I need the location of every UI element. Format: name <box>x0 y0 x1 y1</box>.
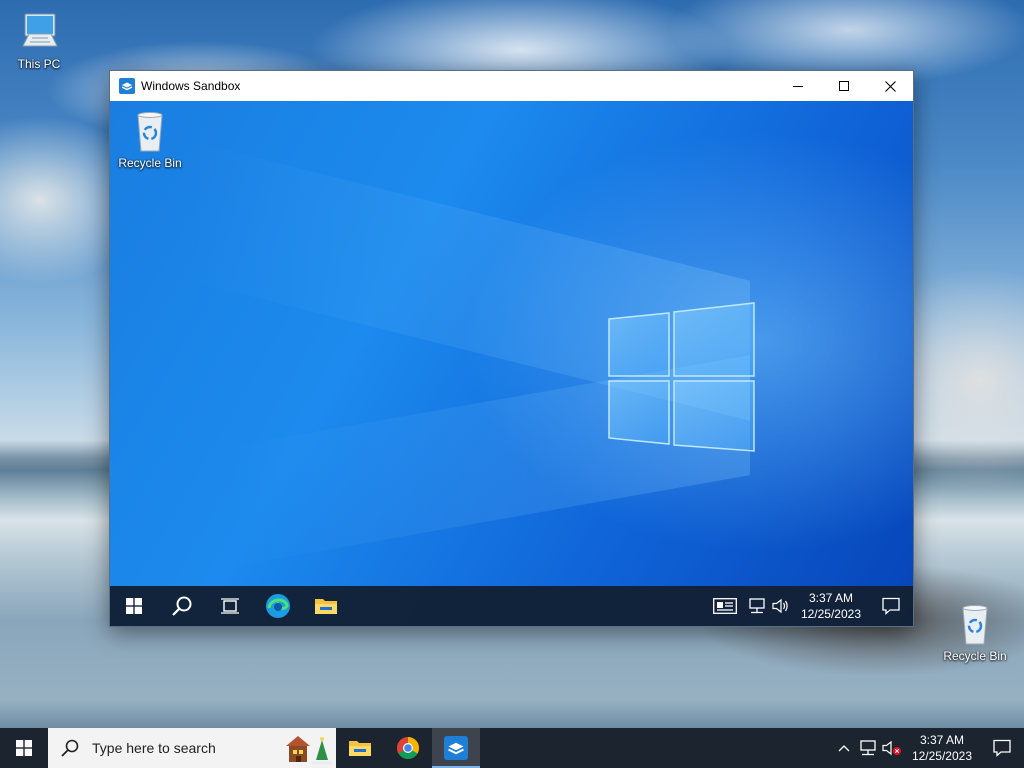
chevron-up-icon <box>838 745 850 752</box>
windows-start-icon <box>126 598 142 614</box>
sandbox-search-button[interactable] <box>158 586 206 626</box>
network-icon <box>860 740 876 756</box>
sandbox-volume-button[interactable] <box>769 586 793 626</box>
sandbox-news-button[interactable] <box>705 586 745 626</box>
folder-icon <box>349 741 371 756</box>
volume-muted-icon <box>882 740 901 756</box>
computer-icon <box>22 13 58 47</box>
desktop-icon-this-pc[interactable]: This PC <box>3 10 75 71</box>
clock-date: 12/25/2023 <box>911 749 972 763</box>
volume-button[interactable] <box>880 728 904 768</box>
window-title: Windows Sandbox <box>141 79 241 93</box>
edge-icon <box>266 594 290 618</box>
clock-date: 12/25/2023 <box>800 607 861 621</box>
search-icon <box>172 596 192 616</box>
desktop-icon-label: This PC <box>17 57 61 71</box>
search-icon <box>61 739 79 757</box>
notification-icon <box>993 739 1011 757</box>
recycle-bin-icon <box>962 605 988 645</box>
maximize-button[interactable] <box>821 71 867 101</box>
taskbar-file-explorer-button[interactable] <box>336 728 384 768</box>
sandbox-network-button[interactable] <box>745 586 769 626</box>
windows-logo-wallpaper <box>608 302 755 452</box>
desktop-icon-label: Recycle Bin <box>118 156 182 170</box>
sandbox-window[interactable]: Windows Sandbox Recycle Bin 3:37 AM 12/2… <box>109 70 914 627</box>
minimize-button[interactable] <box>775 71 821 101</box>
task-view-icon <box>221 598 239 614</box>
start-button[interactable] <box>0 728 48 768</box>
desktop-icon-label: Recycle Bin <box>943 649 1007 663</box>
folder-icon <box>315 599 337 614</box>
clock-time: 3:37 AM <box>808 591 853 605</box>
show-hidden-icons-button[interactable] <box>832 728 856 768</box>
network-button[interactable] <box>856 728 880 768</box>
clock-time: 3:37 AM <box>919 733 964 747</box>
sandbox-taskbar: 3:37 AM 12/25/2023 <box>110 586 913 626</box>
sandbox-notification-button[interactable] <box>869 586 913 626</box>
sandbox-start-button[interactable] <box>110 586 158 626</box>
taskbar-chrome-button[interactable] <box>384 728 432 768</box>
sandbox-desktop-icon-recycle-bin[interactable]: Recycle Bin <box>114 109 186 170</box>
sandbox-clock[interactable]: 3:37 AM 12/25/2023 <box>793 590 869 622</box>
notification-icon <box>882 597 900 615</box>
recycle-bin-icon <box>137 112 163 152</box>
news-icon <box>712 598 737 614</box>
maximize-icon <box>839 81 849 91</box>
sandbox-edge-button[interactable] <box>254 586 302 626</box>
sandbox-file-explorer-button[interactable] <box>302 586 350 626</box>
search-placeholder: Type here to search <box>92 740 216 756</box>
taskbar-windows-sandbox-button[interactable] <box>432 728 480 768</box>
sandbox-app-icon <box>444 736 468 760</box>
close-button[interactable] <box>867 71 913 101</box>
host-taskbar: Type here to search 3:37 AM 12/25/2023 <box>0 728 1024 768</box>
network-icon <box>749 598 765 614</box>
volume-icon <box>772 598 788 614</box>
search-highlight-icon[interactable] <box>282 730 334 766</box>
host-clock[interactable]: 3:37 AM 12/25/2023 <box>904 732 980 764</box>
close-icon <box>884 80 896 92</box>
windows-start-icon <box>16 740 32 756</box>
notification-button[interactable] <box>980 728 1024 768</box>
chrome-icon <box>397 737 419 759</box>
window-titlebar[interactable]: Windows Sandbox <box>110 71 913 101</box>
minimize-icon <box>793 86 803 87</box>
sandbox-desktop[interactable]: Recycle Bin 3:37 AM 12/25/2023 <box>110 101 913 626</box>
sandbox-app-icon <box>119 78 135 94</box>
sandbox-task-view-button[interactable] <box>206 586 254 626</box>
search-box[interactable]: Type here to search <box>48 728 336 768</box>
desktop-icon-recycle-bin[interactable]: Recycle Bin <box>939 602 1011 663</box>
